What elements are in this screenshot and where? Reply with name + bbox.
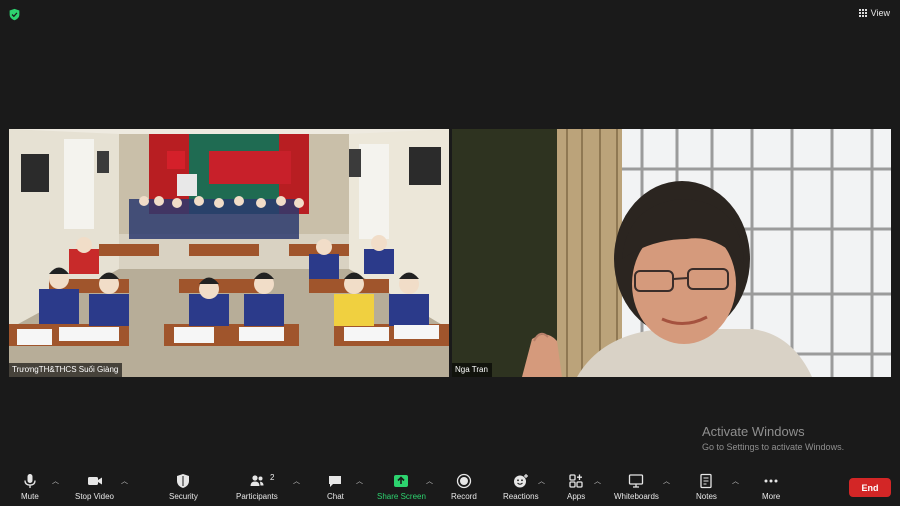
notes-button[interactable]: Notes — [696, 473, 717, 501]
people-icon — [250, 475, 264, 486]
participant-name-tag: Nga Tran — [452, 363, 492, 377]
reactions-options-caret[interactable]: ︿ — [538, 476, 545, 486]
whiteboards-options-caret[interactable]: ︿ — [663, 476, 670, 486]
chat-bubble-icon — [329, 476, 342, 487]
video-options-caret[interactable]: ︿ — [121, 476, 128, 486]
watermark-subtitle: Go to Settings to activate Windows. — [702, 442, 845, 452]
share-arrow-icon — [394, 475, 409, 487]
share-screen-button[interactable]: Share Screen — [377, 473, 426, 501]
mute-button[interactable]: Mute — [21, 473, 39, 501]
chat-label: Chat — [327, 492, 344, 501]
stop-video-button[interactable]: Stop Video — [75, 473, 114, 501]
participant-name-tag: TrươngTH&THCS Suối Giàng — [9, 363, 123, 377]
security-shield-icon — [9, 8, 20, 21]
apps-label: Apps — [567, 492, 586, 501]
record-button[interactable]: Record — [451, 473, 477, 501]
view-button[interactable]: View — [858, 8, 890, 18]
video-camera-icon — [87, 477, 102, 485]
audio-options-caret[interactable]: ︿ — [52, 476, 59, 486]
record-icon — [456, 473, 472, 489]
participants-button[interactable]: 2 Participants — [236, 473, 278, 501]
participants-label: Participants — [236, 492, 278, 501]
reactions-label: Reactions — [503, 492, 539, 501]
classroom-video-feed — [9, 129, 449, 377]
notes-label: Notes — [696, 492, 717, 501]
security-button[interactable]: Security — [169, 473, 198, 501]
participants-count: 2 — [270, 473, 275, 482]
notes-options-caret[interactable]: ︿ — [732, 476, 739, 486]
share-options-caret[interactable]: ︿ — [426, 476, 433, 486]
chat-button[interactable]: Chat — [327, 473, 344, 501]
apps-icon — [569, 474, 583, 488]
mute-label: Mute — [21, 492, 39, 501]
participants-options-caret[interactable]: ︿ — [293, 476, 300, 486]
smiley-plus-icon — [513, 474, 528, 488]
video-tile-webcam[interactable]: Nga Tran — [452, 129, 891, 377]
record-label: Record — [451, 492, 477, 501]
whiteboards-button[interactable]: Whiteboards — [614, 473, 659, 501]
grid-icon — [858, 9, 867, 17]
apps-options-caret[interactable]: ︿ — [594, 476, 601, 486]
stop-video-label: Stop Video — [75, 492, 114, 501]
apps-button[interactable]: Apps — [567, 473, 585, 501]
shield-icon — [177, 474, 190, 488]
more-label: More — [762, 492, 781, 501]
security-label: Security — [169, 492, 198, 501]
webcam-video-feed — [452, 129, 891, 377]
activate-windows-watermark: Activate Windows Go to Settings to activ… — [702, 424, 844, 452]
chat-options-caret[interactable]: ︿ — [356, 476, 363, 486]
microphone-icon — [24, 474, 36, 488]
view-label: View — [870, 8, 890, 18]
whiteboard-icon — [629, 474, 644, 488]
reactions-button[interactable]: Reactions — [503, 473, 539, 501]
video-tile-classroom[interactable]: TrươngTH&THCS Suối Giàng — [9, 129, 449, 377]
share-screen-label: Share Screen — [377, 492, 426, 501]
ellipsis-icon — [764, 479, 778, 483]
whiteboards-label: Whiteboards — [614, 492, 659, 501]
watermark-title: Activate Windows — [702, 424, 805, 439]
meeting-toolbar: Mute ︿ Stop Video ︿ Security 2 Participa… — [0, 466, 900, 506]
more-button[interactable]: More — [762, 473, 780, 501]
notes-icon — [700, 473, 713, 489]
end-meeting-button[interactable]: End — [849, 478, 891, 497]
